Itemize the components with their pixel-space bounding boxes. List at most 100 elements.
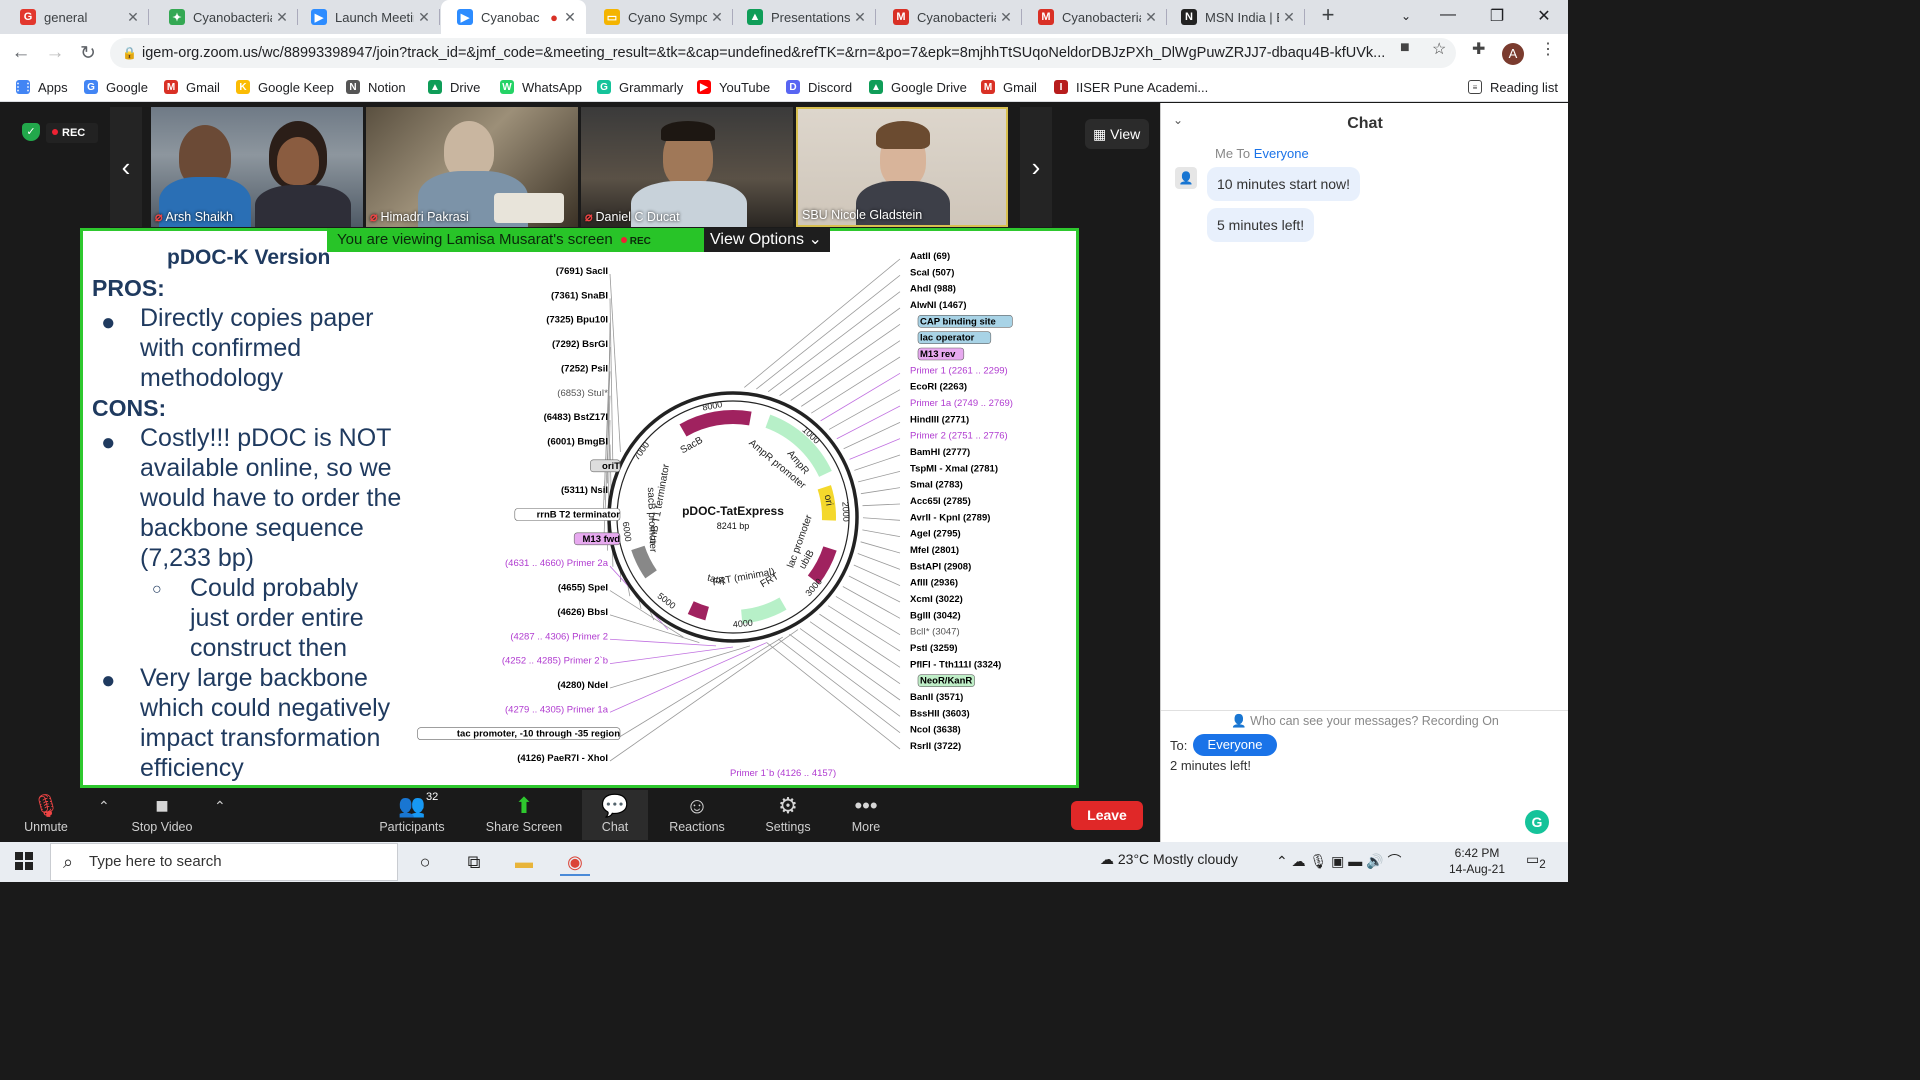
close-tab-icon[interactable]: ✕ [1279,9,1299,26]
participants-button[interactable]: 👥 Participants [372,792,452,834]
browser-tab[interactable]: ▶ Cyanobac ● ✕ [441,0,586,34]
address-bar[interactable]: 🔒 igem-org.zoom.us/wc/88993398947/join?t… [110,38,1456,68]
next-participants-arrow[interactable]: › [1020,107,1052,227]
close-tab-icon[interactable]: ✕ [1141,9,1161,26]
tab-title: general [44,9,88,25]
more-button[interactable]: ••• More [826,792,906,834]
chat-input[interactable]: 2 minutes left! [1170,758,1550,838]
bookmark-item[interactable]: G Grammarly [597,72,683,102]
leader-line [836,405,901,440]
tab-separator [439,9,440,25]
minimize-icon[interactable]: — [1436,6,1460,24]
audio-options-caret[interactable]: ⌃ [98,798,110,815]
camera-blocked-icon[interactable]: ■ [1400,39,1410,57]
close-tab-icon[interactable]: ✕ [123,9,143,26]
file-explorer-icon[interactable]: ▬ [509,848,539,876]
profile-avatar[interactable]: A [1502,43,1524,65]
bookmark-item[interactable]: ▲ Drive [428,72,480,102]
close-tab-icon[interactable]: ✕ [996,9,1016,26]
browser-tab[interactable]: ✦ Cyanobacteria ✕ [153,0,298,34]
close-tab-icon[interactable]: ✕ [414,9,434,26]
browser-tab[interactable]: ▲ Presentations ✕ [731,0,876,34]
bookmark-item[interactable]: N Notion [346,72,406,102]
browser-tab[interactable]: Ggeneral ✕ [4,0,149,34]
browser-tab[interactable]: M Cyanobacteria ✕ [877,0,1022,34]
new-tab-button[interactable]: + [1316,4,1340,28]
grammarly-icon[interactable]: G [1525,810,1549,834]
participant-tile[interactable]: ⌀ Daniel C Ducat [581,107,793,227]
browser-tab[interactable]: M Cyanobacteria ✕ [1022,0,1167,34]
feature-label: ori [822,494,835,507]
leave-button[interactable]: Leave [1071,801,1143,830]
chat-recipient-select[interactable]: Everyone [1193,734,1277,756]
taskbar-search-input[interactable]: ⌕ Type here to search [50,843,398,881]
browser-menu-icon[interactable]: ⋮ [1540,39,1556,59]
close-tab-icon[interactable]: ✕ [707,9,727,26]
back-icon[interactable]: ← [10,42,32,64]
leader-line [843,421,901,450]
extensions-icon[interactable]: ✚ [1472,39,1485,59]
unmute-button[interactable]: 🎙 Unmute [6,792,86,834]
participant-name: SBU Nicole Gladstein [802,208,923,222]
browser-tab[interactable]: N MSN India | Br✕ [1165,0,1305,34]
restriction-site-label: NcoI (3638) [910,725,961,736]
muted-mic-icon: ⌀ [155,210,163,224]
bookmark-star-icon[interactable]: ☆ [1432,39,1446,59]
taskbar-clock[interactable]: 6:42 PM 14-Aug-21 [1448,845,1506,877]
tab-title: Cyanobacteria [917,9,996,25]
participant-tile-active-speaker[interactable]: SBU Nicole Gladstein [796,107,1008,227]
participants-count: 32 [426,791,439,803]
bookmark-item[interactable]: ⋮⋮ Apps [13,72,68,102]
bookmark-item[interactable]: M Gmail [981,72,1037,102]
bookmark-item[interactable]: ▲ Google Drive [869,72,967,102]
browser-tab[interactable]: ▶ Launch Meetin ✕ [295,0,440,34]
bookmark-icon: K [236,80,250,94]
chat-to-label: To: [1170,738,1188,753]
prev-participants-arrow[interactable]: ‹ [110,107,142,227]
bookmark-item[interactable]: K Google Keep [236,72,334,102]
restriction-site-label: oriT [602,461,620,472]
bookmark-item[interactable]: D Discord [786,72,852,102]
bookmark-item[interactable]: G Google [84,72,148,102]
bookmark-item[interactable]: W WhatsApp [500,72,582,102]
chat-visibility-note[interactable]: 👤 Who can see your messages? Recording O… [1161,714,1568,729]
bookmark-item[interactable]: M Gmail [164,72,220,102]
forward-icon[interactable]: → [44,42,66,64]
close-tab-icon[interactable]: ✕ [272,9,292,26]
security-shield-icon[interactable]: ✓ [22,123,40,141]
reload-icon[interactable]: ↻ [77,42,99,65]
bookmarks-bar: ≡ Reading list ⋮⋮ Apps G Google M Gmail K Googl… [0,72,1568,102]
notifications-icon[interactable]: ▭2 [1526,851,1546,871]
participant-tile[interactable]: ⌀ Arsh Shaikh [151,107,363,227]
settings-button[interactable]: ⚙ Settings [748,792,828,834]
bookmark-item[interactable]: I IISER Pune Academi... [1054,72,1208,102]
share-screen-button[interactable]: ⬆ Share Screen [484,792,564,834]
bookmark-icon: ▶ [697,80,711,94]
restore-icon[interactable]: ❐ [1485,6,1509,26]
stop-video-button[interactable]: ■ Stop Video [122,792,202,834]
windows-start-icon[interactable] [15,852,33,870]
primer-label: Primer 1`b (4126 .. 4157) [730,768,836,779]
restriction-site-label: M13 rev [920,349,956,360]
browser-tab[interactable]: ▭ Cyano Sympos✕ [588,0,733,34]
bookmark-icon: N [346,80,360,94]
chrome-icon[interactable]: ◉ [560,848,590,876]
participant-name: ⌀ Himadri Pakrasi [370,210,469,224]
close-tab-icon[interactable]: ✕ [850,9,870,26]
cortana-icon[interactable]: ○ [410,848,440,876]
view-options-button[interactable]: View Options ⌄ [704,228,830,252]
video-options-caret[interactable]: ⌃ [214,798,226,815]
system-tray-icons[interactable]: ⌃ ☁ 🎙 ▣ ▬ 🔊 ⌒ [1276,851,1402,871]
weather-widget[interactable]: ☁ 23°C Mostly cloudy [1100,851,1238,868]
view-layout-button[interactable]: ▦ View [1085,119,1149,149]
chat-recipient-link[interactable]: Everyone [1254,146,1309,161]
reactions-button[interactable]: ☺ Reactions [657,792,737,834]
bookmark-item[interactable]: ▶ YouTube [697,72,770,102]
task-view-icon[interactable]: ⧉ [459,848,489,876]
tab-search-icon[interactable]: ⌄ [1394,9,1418,23]
participant-tile[interactable]: ⌀ Himadri Pakrasi [366,107,578,227]
reading-list-button[interactable]: ≡ Reading list [1468,72,1558,102]
close-window-icon[interactable]: ✕ [1532,6,1556,26]
chat-button[interactable]: 💬 Chat [582,790,648,840]
close-tab-icon[interactable]: ✕ [560,9,580,26]
